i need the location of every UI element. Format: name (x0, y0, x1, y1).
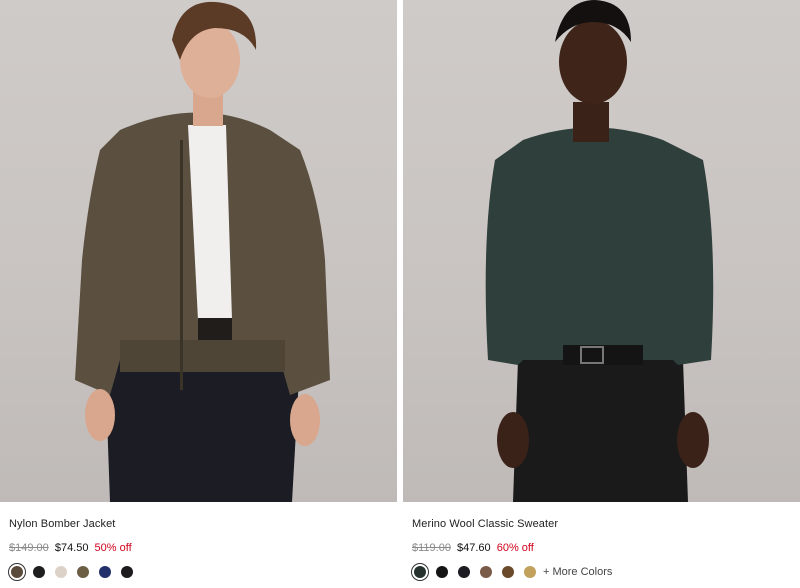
color-swatch[interactable] (33, 566, 45, 578)
model-sweater-illustration (485, 0, 714, 502)
color-swatch[interactable] (436, 566, 448, 578)
color-swatch[interactable] (411, 563, 429, 581)
product-image[interactable] (0, 0, 397, 502)
color-swatch[interactable] (99, 566, 111, 578)
discount-label: 50% off (94, 542, 132, 554)
color-swatch[interactable] (458, 566, 470, 578)
color-swatch[interactable] (121, 566, 133, 578)
model-bomber-jacket-illustration (75, 1, 330, 502)
discount-label: 60% off (496, 542, 534, 554)
product-image[interactable] (403, 0, 800, 502)
product-card[interactable]: Nylon Bomber Jacket $149.00 $74.50 50% o… (0, 0, 397, 588)
price-row: $149.00 $74.50 50% off (9, 542, 132, 554)
more-colors-link[interactable]: + More Colors (543, 566, 612, 578)
original-price: $149.00 (9, 542, 49, 554)
product-name[interactable]: Merino Wool Classic Sweater (412, 518, 558, 530)
product-name[interactable]: Nylon Bomber Jacket (9, 518, 115, 530)
color-swatch[interactable] (8, 563, 26, 581)
color-swatch[interactable] (55, 566, 67, 578)
color-swatch[interactable] (524, 566, 536, 578)
sale-price: $74.50 (54, 542, 89, 554)
color-swatch[interactable] (480, 566, 492, 578)
product-card[interactable]: Merino Wool Classic Sweater $119.00 $47.… (403, 0, 800, 588)
color-swatch[interactable] (502, 566, 514, 578)
sale-price: $47.60 (457, 542, 491, 554)
color-swatch[interactable] (77, 566, 89, 578)
price-row: $119.00 $47.60 60% off (412, 542, 534, 554)
color-swatches: + More Colors (411, 563, 612, 581)
product-grid: Nylon Bomber Jacket $149.00 $74.50 50% o… (0, 0, 800, 588)
color-swatches (8, 563, 133, 581)
original-price: $119.00 (412, 542, 451, 554)
